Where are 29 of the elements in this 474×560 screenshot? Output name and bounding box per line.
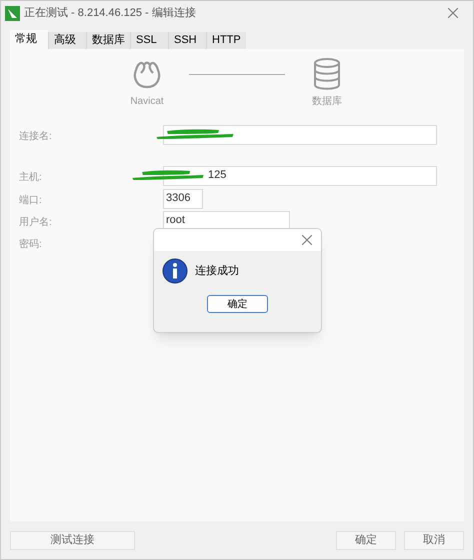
dialog-message: 连接成功 [195,264,239,279]
field-label: 用户名: [19,216,53,230]
app-logo-icon [5,6,20,20]
tab[interactable]: SSL [130,32,168,49]
navicat-label: Navicat [130,95,164,109]
field-value: 3306 [166,191,190,206]
tab[interactable]: 常规 [10,30,48,49]
field-label: 密码: [19,238,43,252]
input-field[interactable]: 3306 [163,189,203,209]
database-icon [312,57,342,91]
field-label: 端口: [19,194,43,208]
cancel-button[interactable]: 取消 [404,530,464,550]
field-label: 连接名: [19,130,53,144]
tab[interactable]: 数据库 [86,32,130,49]
field-value: root [166,213,185,228]
tab[interactable]: 高级 [48,32,86,49]
tab[interactable]: HTTP [206,32,246,49]
test-connection-button[interactable]: 测试连接 [10,530,135,550]
field-value: 125 [208,168,226,183]
input-field[interactable]: 125 [163,166,437,186]
window-title: 正在测试 - 8.214.46.125 - 编辑连接 [24,6,196,21]
info-icon [162,258,188,284]
field-label: 主机: [19,170,43,185]
close-icon[interactable] [301,234,313,246]
tab[interactable]: SSH [168,32,206,49]
database-label: 数据库 [312,94,342,109]
close-icon[interactable] [445,5,461,21]
confirm-button[interactable]: 确定 [207,295,268,313]
ok-button[interactable]: 确定 [336,530,396,550]
